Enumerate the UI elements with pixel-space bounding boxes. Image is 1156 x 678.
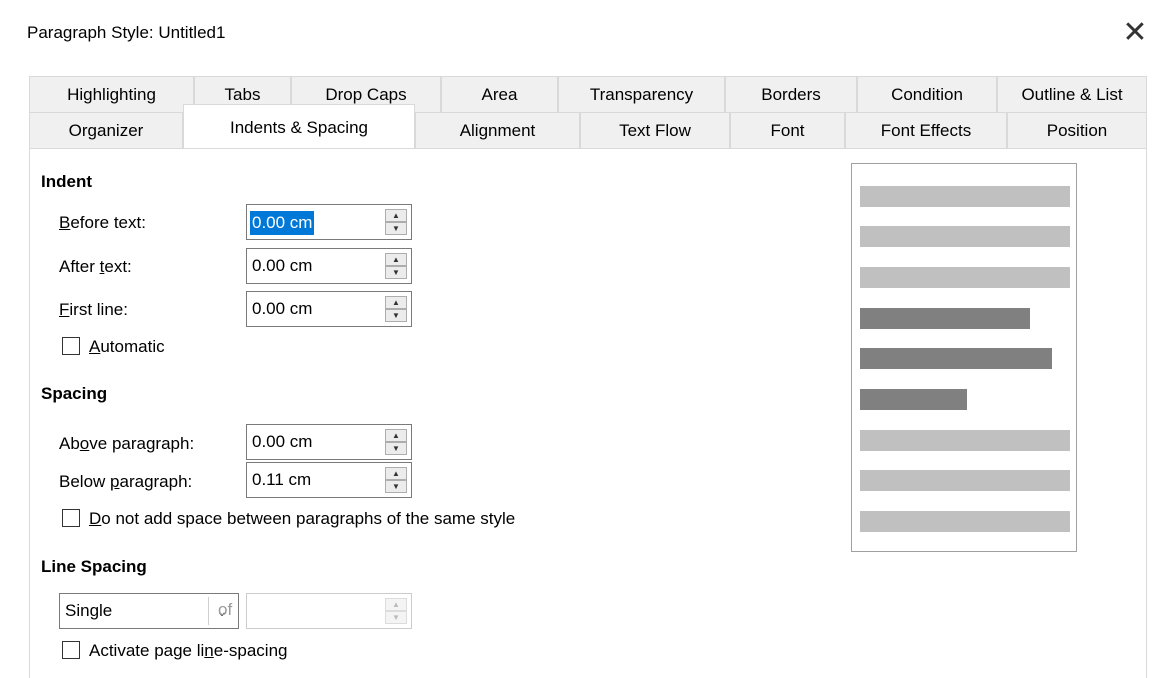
close-icon[interactable]: ✕ [1118,16,1152,50]
paragraph-preview [851,163,1077,552]
below-paragraph-label: Below paragraph: [59,472,193,491]
tab-area[interactable]: Area [441,76,558,112]
spacing-heading: Spacing [41,384,108,403]
first-line-label: First line: [59,300,128,319]
first-line-spinbox[interactable]: ▲▼ [246,291,412,327]
tab-transparency[interactable]: Transparency [558,76,725,112]
indent-heading: Indent [41,172,92,191]
window-title: Paragraph Style: Untitled1 [27,23,226,42]
spin-up-icon[interactable]: ▲ [385,209,407,222]
tab-highlighting[interactable]: Highlighting [29,76,194,112]
no-space-label: Do not add space between paragraphs of t… [89,509,516,528]
preview-line [860,186,1070,207]
above-paragraph-input[interactable] [249,427,380,457]
above-paragraph-label: Above paragraph: [59,434,195,453]
line-spacing-select[interactable]: Single ⌄ [59,593,239,629]
no-space-checkbox[interactable] [62,509,80,527]
preview-line [860,308,1030,329]
spin-down-icon[interactable]: ▼ [385,222,407,235]
spin-down-icon[interactable]: ▼ [385,266,407,279]
tab-outline-list[interactable]: Outline & List [997,76,1147,112]
spin-up-icon[interactable]: ▲ [385,296,407,309]
preview-line [860,267,1070,288]
spin-down-icon[interactable]: ▼ [385,442,407,455]
preview-line [860,226,1070,247]
activate-line-spacing-checkbox[interactable] [62,641,80,659]
of-spinbox: ▲ ▼ [246,593,412,629]
tab-organizer[interactable]: Organizer [29,112,183,148]
tab-indents-spacing[interactable]: Indents & Spacing [183,104,415,148]
spin-up-icon[interactable]: ▲ [385,467,407,480]
tab-condition[interactable]: Condition [857,76,997,112]
automatic-label: Automatic [89,337,165,356]
spin-up-icon[interactable]: ▲ [385,429,407,442]
title-bar: Paragraph Style: Untitled1 ✕ [0,0,1156,66]
activate-line-spacing-label: Activate page line-spacing [89,641,288,660]
first-line-input[interactable] [249,294,380,324]
preview-line [860,348,1052,369]
preview-line [860,430,1070,451]
before-text-label: Before text: [59,213,146,232]
preview-line [860,389,967,410]
after-text-input[interactable] [249,251,380,281]
tab-position[interactable]: Position [1007,112,1147,148]
tab-font[interactable]: Font [730,112,845,148]
tab-text-flow[interactable]: Text Flow [580,112,730,148]
line-spacing-heading: Line Spacing [41,557,147,576]
preview-line [860,470,1070,491]
line-spacing-value: Single [65,601,113,620]
tab-alignment[interactable]: Alignment [415,112,580,148]
of-label: of [218,600,233,619]
after-text-spinbox[interactable]: ▲▼ [246,248,412,284]
spin-down-icon[interactable]: ▼ [385,309,407,322]
tab-font-effects[interactable]: Font Effects [845,112,1007,148]
spin-up-icon[interactable]: ▲ [385,253,407,266]
after-text-label: After text: [59,257,132,276]
before-text-value[interactable]: 0.00 cm [250,211,315,235]
below-paragraph-input[interactable] [249,465,380,495]
automatic-checkbox[interactable] [62,337,80,355]
below-paragraph-spinbox[interactable]: ▲▼ [246,462,412,498]
of-input [249,596,380,626]
spin-down-icon[interactable]: ▼ [385,480,407,493]
above-paragraph-spinbox[interactable]: ▲▼ [246,424,412,460]
before-text-spinbox[interactable]: 0.00 cm ▲ ▼ [246,204,412,240]
preview-line [860,511,1070,532]
spin-up-icon: ▲ [385,598,407,611]
spin-down-icon: ▼ [385,611,407,624]
tab-borders[interactable]: Borders [725,76,857,112]
